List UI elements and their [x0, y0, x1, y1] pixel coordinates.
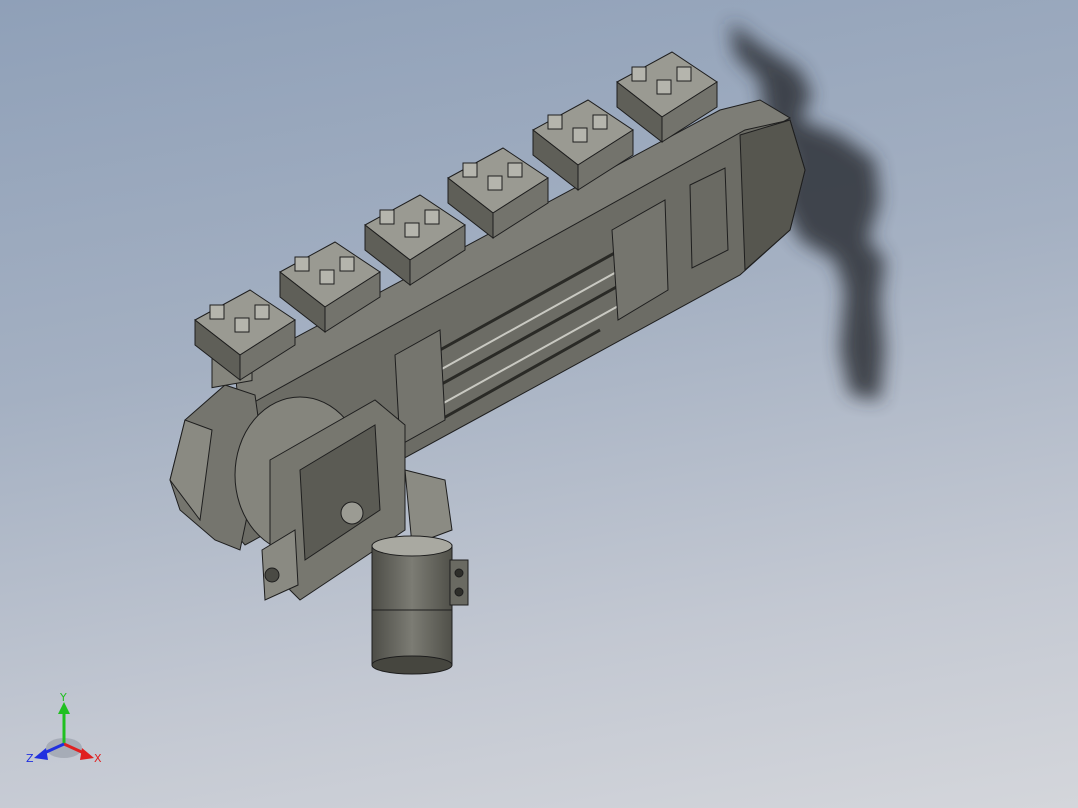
z-axis-label: Z	[26, 752, 34, 765]
coordinate-triad: Y X Z	[26, 692, 102, 765]
x-axis-label: X	[94, 752, 102, 765]
graphics-viewport[interactable]: Y X Z	[0, 0, 1078, 808]
x-axis-arrow-icon	[80, 748, 94, 760]
3d-model-view[interactable]	[0, 0, 1078, 808]
y-axis-label: Y	[59, 692, 67, 704]
z-axis-arrow-icon	[34, 748, 48, 760]
